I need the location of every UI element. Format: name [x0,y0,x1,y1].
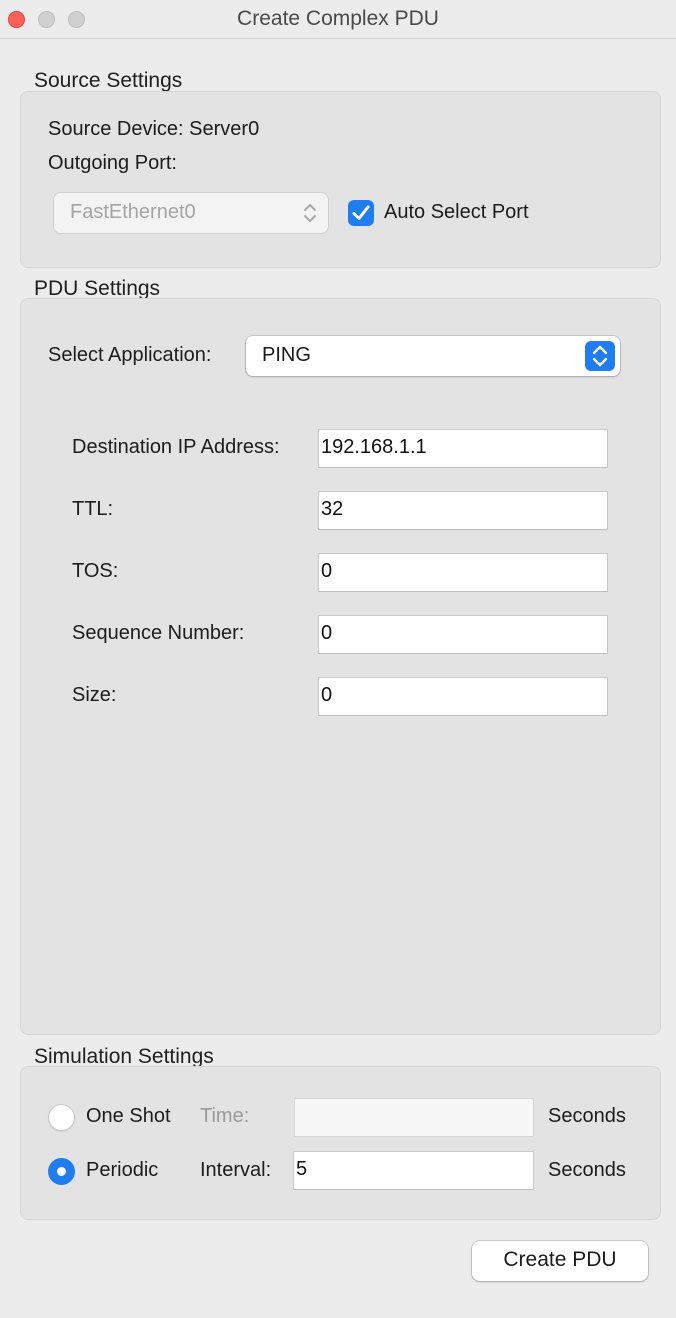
auto-select-port-label[interactable]: Auto Select Port [384,201,529,224]
ttl-label: TTL: [72,498,114,520]
time-seconds-label: Seconds [548,1105,626,1127]
outgoing-port-value: FastEthernet0 [70,201,196,223]
one-shot-label[interactable]: One Shot [86,1105,171,1128]
source-device-label: Source Device: Server0 [48,118,260,140]
ttl-field[interactable]: 32 [318,491,608,530]
outgoing-port-select[interactable]: FastEthernet0 [54,193,328,233]
chevron-up-down-icon [304,204,316,222]
application-select[interactable]: PING [246,336,620,376]
interval-seconds-label: Seconds [548,1159,626,1181]
time-label: Time: [200,1105,250,1127]
destination-ip-label: Destination IP Address: [72,436,280,458]
one-shot-radio[interactable] [48,1104,75,1131]
size-field[interactable]: 0 [318,677,608,716]
create-complex-pdu-window: Create Complex PDU Source Settings Sourc… [0,0,676,1318]
source-settings-heading: Source Settings [34,69,183,92]
create-pdu-button[interactable]: Create PDU [472,1241,648,1281]
size-label: Size: [72,684,117,706]
sequence-number-label: Sequence Number: [72,622,245,644]
title-bar[interactable]: Create Complex PDU [0,0,676,39]
periodic-label[interactable]: Periodic [86,1159,158,1182]
select-application-label: Select Application: [48,344,212,366]
checkmark-icon [352,205,370,220]
periodic-radio[interactable] [48,1158,75,1185]
application-value: PING [262,344,311,366]
destination-ip-field[interactable]: 192.168.1.1 [318,429,608,468]
pdu-settings-group [20,298,661,1035]
tos-label: TOS: [72,560,119,582]
chevron-up-down-icon [585,341,615,371]
window-title: Create Complex PDU [237,7,439,30]
outgoing-port-label: Outgoing Port: [48,152,177,174]
simulation-settings-group [20,1066,661,1220]
auto-select-port-checkbox[interactable] [348,200,374,226]
tos-field[interactable]: 0 [318,553,608,592]
sequence-number-field[interactable]: 0 [318,615,608,654]
interval-label: Interval: [200,1159,272,1181]
time-field[interactable] [294,1098,534,1137]
interval-field[interactable]: 5 [293,1151,534,1190]
